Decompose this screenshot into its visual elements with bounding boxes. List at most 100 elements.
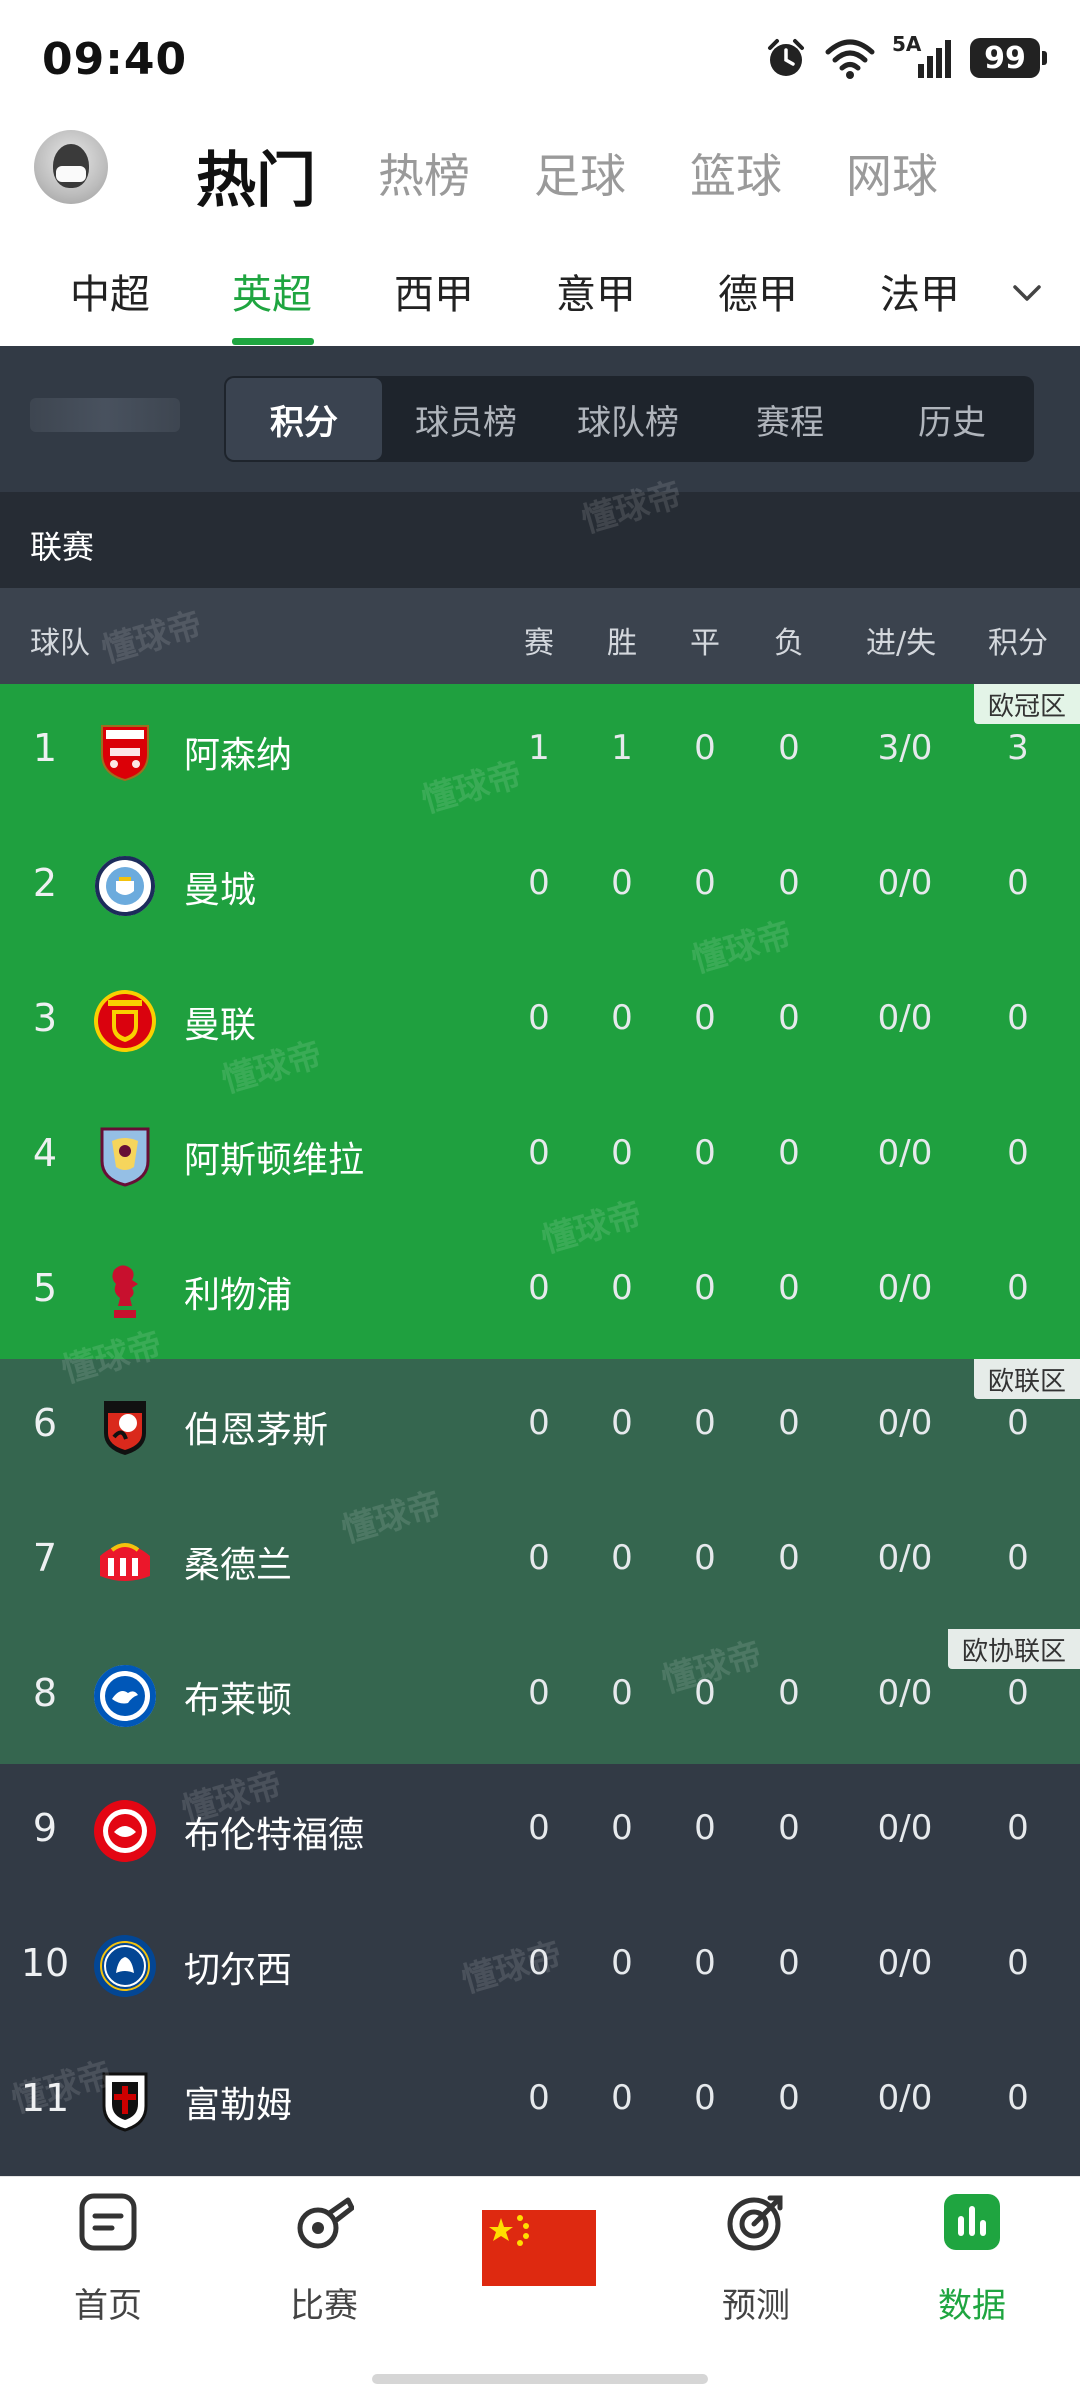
team-rank: 4	[32, 1131, 58, 1175]
nav-predict[interactable]: 预测	[676, 2186, 836, 2326]
won-value: 0	[611, 863, 633, 903]
points-value: 0	[1007, 1808, 1029, 1848]
team-name: 利物浦	[184, 1275, 293, 1316]
won-value: 0	[611, 1133, 633, 1173]
table-row[interactable]: 5 利物浦 0 0 0 0 0/0 0	[0, 1224, 1080, 1359]
team-rank: 5	[32, 1266, 58, 1310]
league-tab-epl[interactable]: 英超	[232, 262, 312, 320]
table-row[interactable]: 4 阿斯顿维拉 0 0 0 0 0/0 0	[0, 1089, 1080, 1224]
avatar[interactable]	[34, 130, 108, 204]
league-tab-seriea[interactable]: 意甲	[556, 262, 636, 320]
lost-value: 0	[778, 1673, 800, 1713]
alarm-icon	[768, 39, 804, 76]
won-value: 0	[611, 1403, 633, 1443]
points-value: 0	[1007, 1133, 1029, 1173]
nav-matches[interactable]: 比赛	[244, 2186, 404, 2326]
target-icon	[727, 2195, 783, 2251]
tab-hot[interactable]: 热门	[196, 132, 316, 219]
table-row[interactable]: 欧协联区 8 布莱顿 0 0 0 0 0/0 0	[0, 1629, 1080, 1764]
team-rank: 2	[32, 861, 58, 905]
won-value: 0	[611, 2078, 633, 2118]
league-tab-bundesliga[interactable]: 德甲	[718, 262, 798, 320]
table-row[interactable]: 7 桑德兰 0 0 0 0 0/0 0	[0, 1494, 1080, 1629]
tab-football[interactable]: 足球	[534, 140, 626, 206]
lost-value: 0	[778, 1403, 800, 1443]
won-value: 1	[611, 728, 633, 768]
column-goals: 进/失	[866, 626, 937, 661]
fulham-crest-icon	[102, 2072, 148, 2132]
team-rank: 8	[32, 1671, 58, 1715]
drawn-value: 0	[694, 863, 716, 903]
drawn-value: 0	[694, 1673, 716, 1713]
drawn-value: 0	[694, 1538, 716, 1578]
drawn-value: 0	[694, 998, 716, 1038]
team-rank: 11	[20, 2076, 70, 2120]
brighton-crest-icon	[94, 1665, 156, 1727]
team-rank: 10	[20, 1941, 70, 1985]
tab-tennis[interactable]: 网球	[846, 140, 938, 206]
battery-icon: 99	[970, 38, 1047, 78]
drawn-value: 0	[694, 728, 716, 768]
table-row[interactable]: 欧联区 6 伯恩茅斯 0 0 0 0 0/0 0	[0, 1359, 1080, 1494]
table-row[interactable]: 10 切尔西 0 0 0 0 0/0 0	[0, 1899, 1080, 2034]
wifi-icon	[825, 39, 875, 79]
table-row[interactable]: 9 布伦特福德 0 0 0 0 0/0 0	[0, 1764, 1080, 1899]
played-value: 0	[528, 863, 550, 903]
won-value: 0	[611, 1808, 633, 1848]
segment-history[interactable]: 历史	[874, 378, 1030, 460]
league-tab-ligue1[interactable]: 法甲	[880, 262, 960, 320]
nav-data[interactable]: 数据	[892, 2186, 1052, 2326]
lost-value: 0	[778, 2078, 800, 2118]
drawn-value: 0	[694, 2078, 716, 2118]
table-row[interactable]: 11 富勒姆 0 0 0 0 0/0 0	[0, 2034, 1080, 2176]
segment-standings[interactable]: 积分	[226, 378, 382, 460]
lost-value: 0	[778, 1538, 800, 1578]
league-tab-laliga[interactable]: 西甲	[394, 262, 474, 320]
goals-value: 0/0	[877, 2078, 933, 2118]
played-value: 0	[528, 1538, 550, 1578]
league-tab-csl[interactable]: 中超	[70, 262, 150, 320]
nav-data-label: 数据	[938, 2286, 1006, 2326]
nav-home[interactable]: 首页	[28, 2186, 188, 2326]
table-row[interactable]: 3 曼联 0 0 0 0 0/0 0	[0, 954, 1080, 1089]
column-points: 积分	[988, 626, 1048, 661]
won-value: 0	[611, 1943, 633, 1983]
played-value: 0	[528, 1133, 550, 1173]
team-name: 富勒姆	[184, 2085, 293, 2126]
team-name: 桑德兰	[184, 1545, 293, 1586]
man-city-crest-icon	[95, 856, 155, 916]
team-name: 伯恩茅斯	[184, 1410, 329, 1451]
segment-teams[interactable]: 球队榜	[550, 378, 706, 460]
segment-players[interactable]: 球员榜	[388, 378, 544, 460]
segment-schedule[interactable]: 赛程	[712, 378, 868, 460]
status-icons: 5A 99	[764, 32, 1047, 80]
goals-value: 0/0	[877, 863, 933, 903]
nav-home-label: 首页	[74, 2286, 142, 2326]
tab-basketball[interactable]: 篮球	[690, 140, 782, 206]
status-bar: 09:40 5A 99	[0, 0, 1080, 120]
china-flag-icon[interactable]	[482, 2210, 596, 2286]
team-rank: 9	[32, 1806, 58, 1850]
lost-value: 0	[778, 1133, 800, 1173]
goals-value: 0/0	[877, 998, 933, 1038]
drawn-value: 0	[694, 1133, 716, 1173]
team-name: 布莱顿	[184, 1680, 293, 1721]
column-won: 胜	[607, 626, 637, 661]
chevron-down-icon[interactable]	[1010, 276, 1044, 310]
tab-trending[interactable]: 热榜	[378, 140, 470, 206]
team-rank: 6	[32, 1401, 58, 1445]
lost-value: 0	[778, 998, 800, 1038]
goals-value: 0/0	[877, 1403, 933, 1443]
uel-zone-tag: 欧联区	[973, 1359, 1080, 1399]
drawn-value: 0	[694, 1808, 716, 1848]
table-row[interactable]: 欧冠区 1 阿森纳 1 1 0 0 3/0 3	[0, 684, 1080, 819]
home-indicator[interactable]	[372, 2374, 708, 2384]
cell-signal: 5A	[892, 32, 954, 80]
chelsea-crest-icon	[94, 1935, 156, 1997]
won-value: 0	[611, 1538, 633, 1578]
team-name: 曼城	[184, 870, 257, 911]
team-name: 布伦特福德	[184, 1815, 365, 1856]
played-value: 0	[528, 1808, 550, 1848]
table-row[interactable]: 2 曼城 0 0 0 0 0/0 0	[0, 819, 1080, 954]
points-value: 0	[1007, 1268, 1029, 1308]
